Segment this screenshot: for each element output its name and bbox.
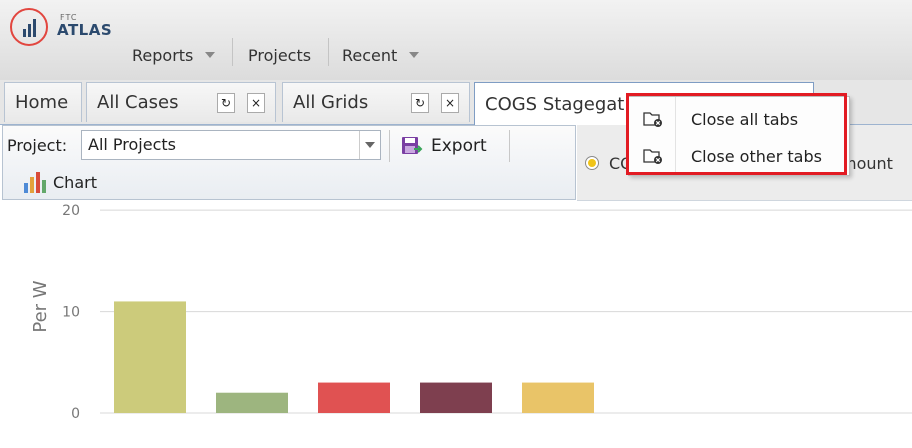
menu-projects[interactable]: Projects <box>248 44 311 66</box>
chart-label: Chart <box>53 172 97 192</box>
close-folder-icon <box>643 149 662 164</box>
chevron-down-icon[interactable] <box>359 131 380 159</box>
toolbar-divider <box>389 130 390 162</box>
menu-recent[interactable]: Recent <box>342 44 420 66</box>
menu-item-close-all-tabs[interactable]: Close all tabs <box>629 101 849 137</box>
project-select-value: All Projects <box>88 135 176 154</box>
close-folder-icon <box>643 112 662 127</box>
menu-item-close-other-tabs-label: Close other tabs <box>691 146 822 166</box>
chart-button[interactable]: Chart <box>23 168 97 196</box>
menu-recent-label: Recent <box>342 45 398 65</box>
menu-divider <box>328 38 329 66</box>
save-export-icon <box>402 137 423 154</box>
logo-name: ATLAS <box>57 21 113 39</box>
close-icon[interactable]: × <box>247 93 265 113</box>
tab-all-cases-label: All Cases <box>97 92 179 113</box>
tab-home-label: Home <box>15 92 69 113</box>
menu-projects-label: Projects <box>248 45 312 65</box>
atlas-logo-icon[interactable] <box>10 8 48 46</box>
menu-item-close-other-tabs[interactable]: Close other tabs <box>629 138 849 174</box>
chart-bar[interactable] <box>318 382 390 413</box>
y-tick-label: 20 <box>62 203 80 219</box>
menu-reports-label: Reports <box>132 45 194 65</box>
tab-home[interactable]: Home <box>4 82 82 122</box>
export-button[interactable]: Export <box>401 132 487 160</box>
tab-all-grids-label: All Grids <box>293 92 369 113</box>
chart-bar[interactable] <box>522 382 594 413</box>
radio-option-cogs[interactable] <box>585 156 599 170</box>
y-axis-label: Per W <box>30 280 51 332</box>
chart-area: 0 10 20 Per W <box>0 200 912 444</box>
toolbar-divider <box>509 130 510 162</box>
y-tick-label: 0 <box>71 406 80 422</box>
project-label: Project: <box>7 136 68 155</box>
tab-context-menu: Close all tabs Close other tabs <box>628 96 850 176</box>
tab-cogs-stagegate-label: COGS Stagegat <box>485 93 625 115</box>
tab-all-cases[interactable]: All Cases ↻ × <box>86 82 276 122</box>
tab-all-grids[interactable]: All Grids ↻ × <box>282 82 470 122</box>
menu-divider <box>232 38 233 66</box>
bar-chart-icon <box>24 172 46 193</box>
refresh-icon[interactable]: ↻ <box>411 93 429 113</box>
top-bar: FTC ATLAS Reports Projects Recent <box>0 0 912 81</box>
chart-bar[interactable] <box>216 392 288 413</box>
project-select[interactable]: All Projects <box>81 130 381 160</box>
export-label: Export <box>431 136 487 156</box>
chart-bar[interactable] <box>114 301 186 413</box>
y-tick-label: 10 <box>62 305 80 321</box>
chevron-down-icon <box>409 52 420 58</box>
refresh-icon[interactable]: ↻ <box>217 93 235 113</box>
chart-bar[interactable] <box>420 382 492 413</box>
close-icon[interactable]: × <box>441 93 459 113</box>
project-toolbar: Project: All Projects Export Chart <box>2 125 576 200</box>
chevron-down-icon <box>205 52 216 58</box>
menu-item-close-all-tabs-label: Close all tabs <box>691 109 799 129</box>
menu-reports[interactable]: Reports <box>132 44 216 66</box>
bar-chart: 0 10 20 Per W <box>30 203 912 422</box>
